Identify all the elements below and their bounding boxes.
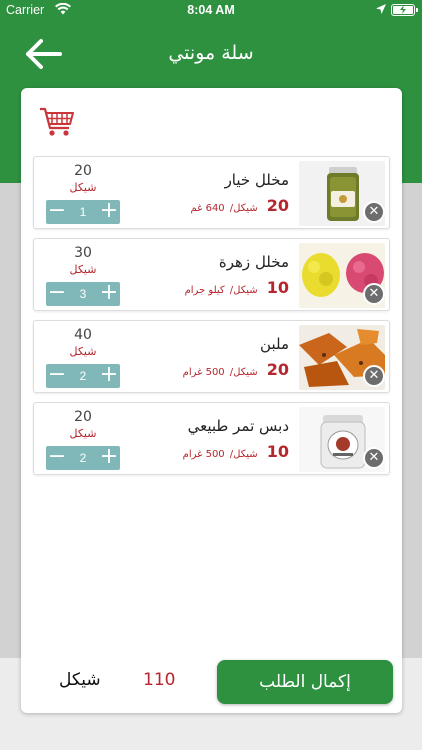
item-total: 20 [74, 409, 92, 425]
item-name: دبس تمر طبيعي [187, 417, 289, 435]
item-price-line: 20 شيكل/ 640 غم [191, 196, 290, 215]
item-price: 10 [266, 442, 289, 461]
increase-quantity-button[interactable]: + [98, 446, 120, 470]
item-total: 20 [74, 163, 92, 179]
item-currency: شيكل/ [229, 367, 258, 378]
item-currency: شيكل/ [229, 203, 258, 214]
item-name: ملبن [260, 335, 289, 353]
item-total: 40 [74, 327, 92, 343]
status-bar: Carrier 8:04 AM [0, 0, 422, 22]
quantity-stepper: − 1 + [46, 200, 120, 224]
quantity-value: 1 [79, 205, 87, 219]
cart-item: ✕ ملبن 20 شيكل/ 500 غرام 40 شيكل − 2 + [33, 320, 390, 393]
remove-item-button[interactable]: ✕ [363, 447, 385, 469]
item-total: 30 [74, 245, 92, 261]
cart-item: ✕ دبس تمر طبيعي 10 شيكل/ 500 غرام 20 شيك… [33, 402, 390, 475]
item-name: مخلل زهرة [218, 253, 289, 271]
item-total-currency: شيكل [69, 427, 97, 440]
item-price-line: 20 شيكل/ 500 غرام [183, 360, 289, 379]
cart-item: ✕ مخلل زهرة 10 شيكل/ كيلو جرام 30 شيكل −… [33, 238, 390, 311]
remove-item-button[interactable]: ✕ [363, 201, 385, 223]
quantity-value: 3 [79, 287, 87, 301]
remove-item-button[interactable]: ✕ [363, 283, 385, 305]
quantity-value: 2 [79, 369, 87, 383]
item-price-line: 10 شيكل/ كيلو جرام [185, 278, 289, 297]
decrease-quantity-button[interactable]: − [46, 364, 68, 388]
item-unit: 500 غرام [182, 367, 225, 378]
decrease-quantity-button[interactable]: − [46, 282, 68, 306]
total-currency: شيكل [59, 670, 101, 690]
cart-item: ✕ مخلل خيار 20 شيكل/ 640 غم 20 شيكل − 1 … [33, 156, 390, 229]
quantity-stepper: − 3 + [46, 282, 120, 306]
item-price: 20 [266, 360, 289, 379]
item-currency: شيكل/ [229, 285, 258, 296]
item-price-line: 10 شيكل/ 500 غرام [183, 442, 289, 461]
item-currency: شيكل/ [229, 449, 258, 460]
quantity-stepper: − 2 + [46, 364, 120, 388]
cart-total: 110 [143, 670, 176, 690]
item-unit: كيلو جرام [184, 285, 225, 296]
increase-quantity-button[interactable]: + [98, 200, 120, 224]
quantity-value: 2 [79, 451, 87, 465]
clock: 8:04 AM [187, 3, 235, 17]
remove-item-button[interactable]: ✕ [363, 365, 385, 387]
item-total-currency: شيكل [69, 263, 97, 276]
cart-card: ✕ مخلل خيار 20 شيكل/ 640 غم 20 شيكل − 1 … [21, 88, 402, 713]
shopping-cart-icon [40, 107, 74, 136]
item-unit: 500 غرام [182, 449, 225, 460]
increase-quantity-button[interactable]: + [98, 364, 120, 388]
quantity-stepper: − 2 + [46, 446, 120, 470]
decrease-quantity-button[interactable]: − [46, 200, 68, 224]
decrease-quantity-button[interactable]: − [46, 446, 68, 470]
item-price: 20 [266, 196, 289, 215]
location-arrow-icon [376, 4, 386, 14]
item-name: مخلل خيار [224, 171, 289, 189]
increase-quantity-button[interactable]: + [98, 282, 120, 306]
item-total-currency: شيكل [69, 181, 97, 194]
battery-icon [391, 4, 418, 16]
page-title: سلة مونتي [168, 42, 254, 64]
navigation-bar: سلة مونتي [0, 28, 422, 80]
item-total-currency: شيكل [69, 345, 97, 358]
item-price: 10 [266, 278, 289, 297]
checkout-button[interactable]: إكمال الطلب [217, 660, 393, 704]
item-unit: 640 غم [190, 203, 225, 214]
